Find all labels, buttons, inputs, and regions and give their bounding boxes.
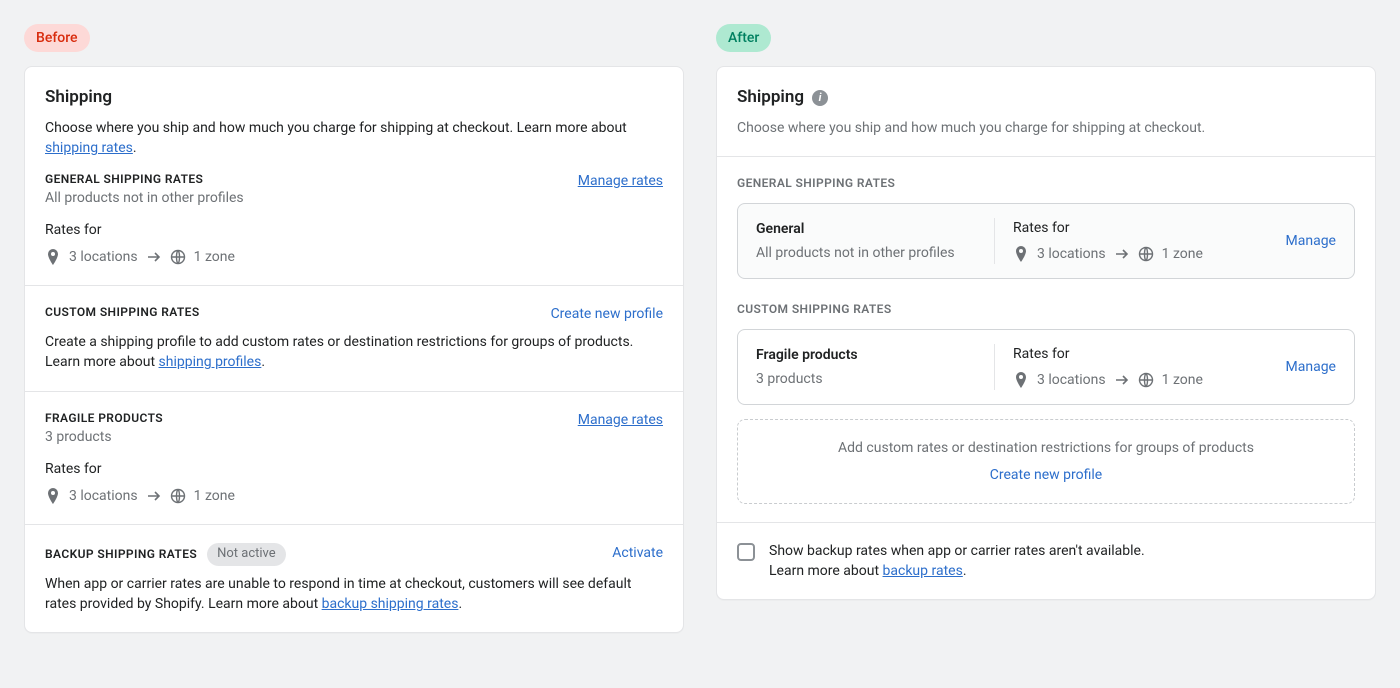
shipping-profiles-link[interactable]: shipping profiles: [159, 354, 262, 370]
arrow-right-icon: [146, 249, 162, 265]
zone-count: 1 zone: [194, 247, 235, 267]
intro-text: Choose where you ship and how much you c…: [737, 118, 1355, 138]
globe-icon: [170, 488, 186, 504]
location-pin-icon: [45, 488, 61, 504]
intro-part-b: .: [133, 140, 137, 156]
backup-footer: Show backup rates when app or carrier ra…: [717, 522, 1375, 600]
general-rates-sub: All products not in other profiles: [45, 188, 244, 208]
add-custom-text: Add custom rates or destination restrict…: [756, 438, 1336, 458]
backup-desc-b: .: [458, 596, 462, 612]
activate-backup-link[interactable]: Activate: [612, 543, 663, 563]
after-body: GENERAL SHIPPING RATES General All produ…: [717, 156, 1375, 522]
before-card: Shipping Choose where you ship and how m…: [24, 66, 684, 633]
profile-sub: All products not in other profiles: [756, 243, 976, 263]
profile-sub: 3 products: [756, 369, 976, 389]
custom-desc-b: .: [261, 354, 265, 370]
create-new-profile-link[interactable]: Create new profile: [551, 304, 663, 324]
custom-rates-desc: Create a shipping profile to add custom …: [45, 332, 663, 373]
location-pin-icon: [45, 249, 61, 265]
fragile-profile-card[interactable]: Fragile products 3 products Rates for 3 …: [737, 329, 1355, 406]
intro-text: Choose where you ship and how much you c…: [45, 118, 663, 159]
location-pin-icon: [1013, 246, 1029, 262]
arrow-right-icon: [146, 488, 162, 504]
after-column: After Shipping i Choose where you ship a…: [716, 24, 1376, 664]
backup-line-1: Show backup rates when app or carrier ra…: [769, 541, 1145, 561]
fragile-locations: 3 locations: [69, 486, 138, 506]
globe-icon: [1138, 372, 1154, 388]
fragile-rates-for: Rates for: [45, 459, 663, 479]
intro-part-a: Choose where you ship and how much you c…: [45, 120, 627, 136]
backup-line-2b: .: [963, 563, 967, 579]
fragile-sub: 3 products: [45, 427, 163, 447]
backup-rates-checkbox[interactable]: [737, 543, 755, 561]
custom-desc-a: Create a shipping profile to add custom …: [45, 334, 633, 370]
zone-count: 1 zone: [1162, 370, 1203, 390]
backup-status-pill: Not active: [207, 543, 286, 566]
info-icon[interactable]: i: [812, 90, 828, 106]
backup-text: Show backup rates when app or carrier ra…: [769, 541, 1145, 582]
profile-title: Fragile products: [756, 345, 976, 365]
fragile-section: FRAGILE PRODUCTS 3 products Manage rates…: [25, 391, 683, 524]
fragile-zone: 1 zone: [194, 486, 235, 506]
manage-general-rates-link[interactable]: Manage rates: [578, 171, 663, 191]
locations-count: 3 locations: [69, 247, 138, 267]
general-rates-heading: GENERAL SHIPPING RATES: [45, 171, 244, 188]
backup-section: BACKUP SHIPPING RATES Not active Activat…: [25, 524, 683, 632]
profile-title: General: [756, 219, 976, 239]
shipping-rates-link[interactable]: shipping rates: [45, 140, 133, 156]
manage-general-button[interactable]: Manage: [1286, 231, 1336, 251]
backup-desc: When app or carrier rates are unable to …: [45, 574, 663, 615]
globe-icon: [1138, 246, 1154, 262]
manage-fragile-button[interactable]: Manage: [1286, 357, 1336, 377]
fragile-rates-summary: 3 locations 1 zone: [1013, 370, 1268, 390]
before-badge: Before: [24, 24, 90, 52]
globe-icon: [170, 249, 186, 265]
general-group-label: GENERAL SHIPPING RATES: [737, 175, 1355, 192]
page-title: Shipping: [737, 85, 804, 110]
manage-fragile-rates-link[interactable]: Manage rates: [578, 410, 663, 430]
custom-rates-section: CUSTOM SHIPPING RATES Create new profile…: [25, 285, 683, 391]
after-header: Shipping i Choose where you ship and how…: [717, 67, 1375, 156]
locations-count: 3 locations: [1037, 370, 1106, 390]
after-badge: After: [716, 24, 771, 52]
backup-rates-link[interactable]: backup rates: [883, 563, 963, 579]
arrow-right-icon: [1114, 246, 1130, 262]
rates-for-label: Rates for: [1013, 344, 1268, 364]
add-custom-profile-box: Add custom rates or destination restrict…: [737, 419, 1355, 504]
fragile-rates-summary: 3 locations 1 zone: [45, 486, 663, 506]
custom-rates-heading: CUSTOM SHIPPING RATES: [45, 304, 200, 321]
locations-count: 3 locations: [1037, 244, 1106, 264]
backup-shipping-rates-link[interactable]: backup shipping rates: [322, 596, 459, 612]
zone-count: 1 zone: [1162, 244, 1203, 264]
page-title: Shipping: [45, 85, 663, 110]
after-card: Shipping i Choose where you ship and how…: [716, 66, 1376, 600]
location-pin-icon: [1013, 372, 1029, 388]
before-column: Before Shipping Choose where you ship an…: [24, 24, 684, 664]
general-rates-summary: 3 locations 1 zone: [45, 247, 663, 267]
create-new-profile-link[interactable]: Create new profile: [990, 465, 1102, 485]
general-rates-summary: 3 locations 1 zone: [1013, 244, 1268, 264]
backup-line-2a: Learn more about: [769, 563, 883, 579]
rates-for-label: Rates for: [45, 220, 663, 240]
custom-group-label: CUSTOM SHIPPING RATES: [737, 301, 1355, 318]
arrow-right-icon: [1114, 372, 1130, 388]
general-profile-card[interactable]: General All products not in other profil…: [737, 203, 1355, 280]
fragile-heading: FRAGILE PRODUCTS: [45, 410, 163, 427]
backup-heading: BACKUP SHIPPING RATES: [45, 546, 197, 563]
rates-for-label: Rates for: [1013, 218, 1268, 238]
before-header: Shipping Choose where you ship and how m…: [25, 67, 683, 285]
